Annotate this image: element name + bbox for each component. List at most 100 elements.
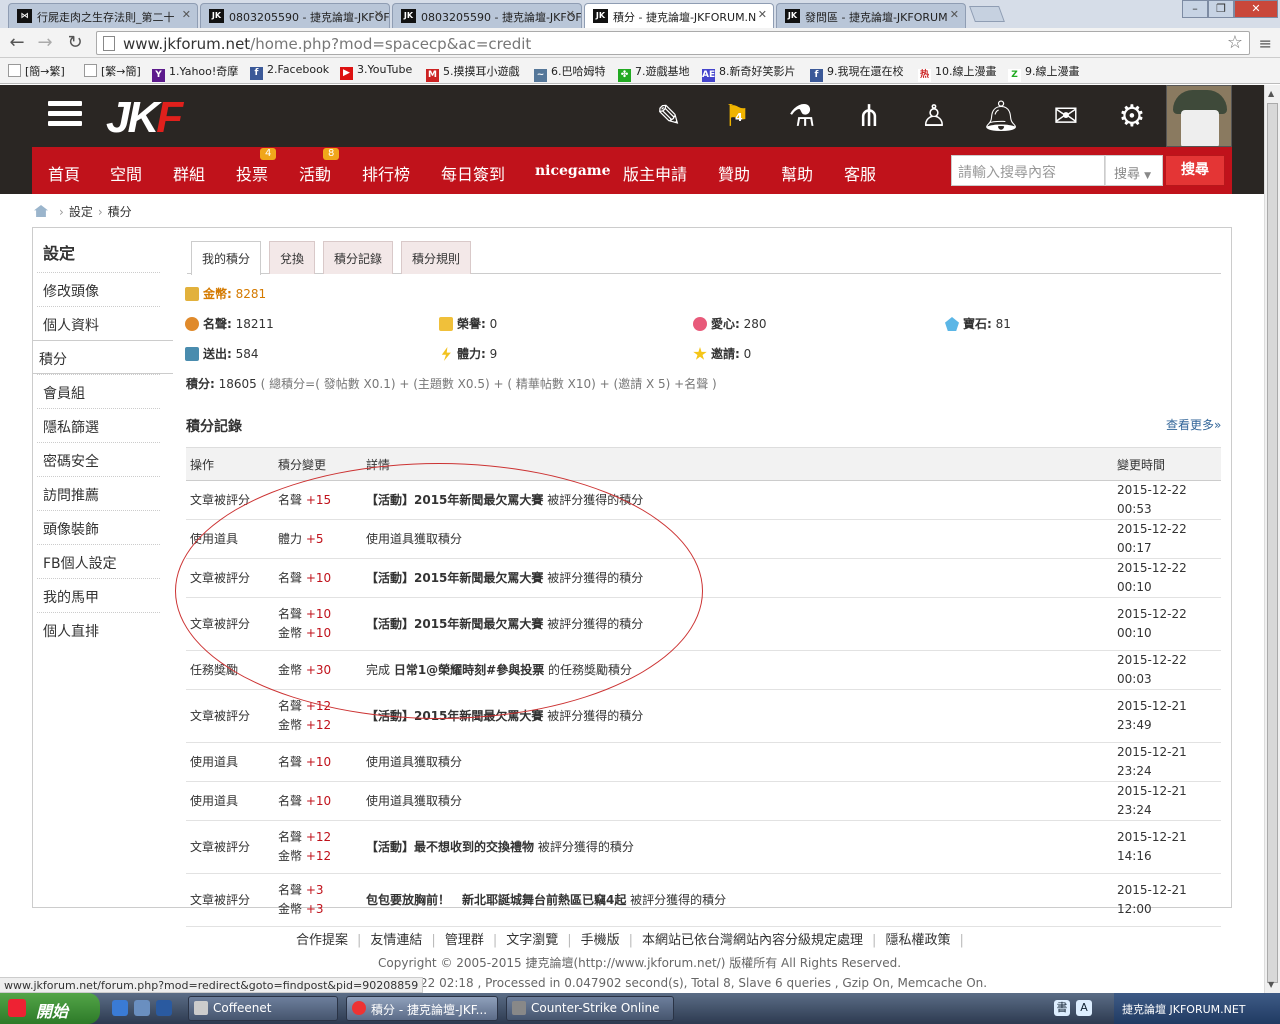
nav-nicegame[interactable]: nicegame — [535, 163, 611, 179]
scrollbar-thumb[interactable] — [1267, 103, 1278, 983]
sidebar-item-vertical-layout[interactable]: 個人直排 — [37, 612, 160, 646]
nav-events[interactable]: 活動 8 — [299, 148, 340, 185]
close-icon[interactable]: ✕ — [374, 8, 383, 21]
quicklaunch-icon[interactable] — [156, 1000, 172, 1016]
sidebar-item-credits[interactable]: 積分 — [33, 340, 173, 374]
bookmark-item[interactable]: Y 1.Yahoo!奇摩 — [152, 63, 238, 82]
new-tab-button[interactable] — [969, 6, 1005, 22]
footer-link[interactable]: 管理群 — [445, 933, 484, 948]
nav-ranking[interactable]: 排行榜 — [362, 161, 410, 185]
footer-link[interactable]: 手機版 — [581, 933, 620, 948]
search-input[interactable]: 請輸入搜尋內容 — [951, 155, 1105, 186]
ime-icon[interactable]: 書 — [1054, 1000, 1070, 1016]
view-more-link[interactable]: 查看更多» — [1166, 416, 1221, 433]
nav-support[interactable]: 客服 — [844, 161, 876, 185]
maximize-button[interactable]: ❐ — [1208, 0, 1234, 18]
home-icon[interactable] — [34, 205, 48, 217]
nav-home[interactable]: 首頁 — [48, 161, 80, 185]
close-icon[interactable]: ✕ — [758, 8, 767, 21]
sidebar-item-vest[interactable]: 我的馬甲 — [37, 578, 160, 612]
sidebar-item-fb-settings[interactable]: FB個人設定 — [37, 544, 160, 578]
detail-thread-link[interactable]: 【活動】2015年新聞最欠罵大賽 — [366, 493, 543, 507]
tab-credit-log[interactable]: 積分記錄 — [323, 241, 394, 274]
avatar[interactable] — [1166, 85, 1232, 147]
bookmark-item[interactable]: ▶ 3.YouTube — [340, 63, 412, 80]
detail-thread-link[interactable]: 日常1@榮耀時刻#參與投票 — [394, 663, 544, 677]
sidebar-item-profile[interactable]: 個人資料 — [37, 306, 160, 340]
browser-tab[interactable]: JK 0803205590 - 捷克論壇-JKFOF ✕ — [392, 3, 582, 28]
task-counter-strike[interactable]: Counter-Strike Online — [506, 996, 674, 1021]
bookmark-item[interactable]: f 2.Facebook — [250, 63, 329, 80]
reload-icon[interactable]: ↻ — [64, 32, 86, 53]
share-icon[interactable]: ⋔ — [851, 99, 887, 135]
footer-link[interactable]: 友情連結 — [370, 933, 422, 948]
tab-credit-rules[interactable]: 積分規則 — [401, 241, 472, 274]
nav-space[interactable]: 空間 — [110, 161, 142, 185]
back-arrow-icon[interactable]: ← — [6, 32, 28, 53]
site-logo[interactable]: JKF — [106, 93, 183, 143]
bookmark-item[interactable]: Z 9.線上漫畫 — [1008, 63, 1080, 82]
footer-link[interactable]: 本網站已依台灣網站內容分級規定處理 — [642, 933, 863, 948]
bookmark-item[interactable]: M 5.摸摸耳小遊戲 — [426, 63, 520, 82]
nav-moderator-apply[interactable]: 版主申請 — [623, 161, 687, 185]
scroll-down-icon[interactable]: ▼ — [1268, 980, 1274, 989]
browser-tab-active[interactable]: JK 積分 - 捷克論壇-JKFORUM.N ✕ — [584, 3, 774, 28]
edit-icon[interactable]: ✎ — [651, 99, 687, 135]
browser-tab[interactable]: ⋈ 行屍走肉之生存法則_第二十 ✕ — [8, 3, 198, 28]
bookmark-item[interactable]: AE 8.新奇好笑影片 — [702, 63, 796, 82]
ime-mode-icon[interactable]: A — [1076, 1000, 1092, 1016]
task-coffeenet[interactable]: Coffeenet — [188, 996, 338, 1021]
address-bar[interactable]: www.jkforum.net/home.php?mod=spacecp&ac=… — [96, 31, 1250, 55]
mail-icon[interactable]: ✉ — [1048, 99, 1084, 135]
bookmark-star-icon[interactable]: ☆ — [1227, 32, 1243, 53]
user-icon[interactable]: ♙ — [916, 99, 952, 135]
nav-help[interactable]: 幫助 — [781, 161, 813, 185]
sidebar-item-referral[interactable]: 訪問推薦 — [37, 476, 160, 510]
minimize-button[interactable]: – — [1182, 0, 1208, 18]
scroll-up-icon[interactable]: ▲ — [1268, 89, 1274, 98]
nav-vote[interactable]: 投票 4 — [236, 148, 277, 185]
bookmark-item[interactable]: [簡→繁] — [8, 63, 65, 79]
sidebar-item-password[interactable]: 密碼安全 — [37, 442, 160, 476]
search-type-select[interactable]: 搜尋 ▼ — [1105, 155, 1163, 186]
close-icon[interactable]: ✕ — [182, 8, 191, 21]
close-icon[interactable]: ✕ — [950, 8, 959, 21]
detail-thread-link[interactable]: 【活動】2015年新聞最欠罵大賽 — [366, 571, 543, 585]
bookmark-item[interactable]: ~6.巴哈姆特 — [534, 63, 606, 82]
detail-thread-link[interactable]: 【活動】2015年新聞最欠罵大賽 — [366, 617, 543, 631]
close-icon[interactable]: ✕ — [566, 8, 575, 21]
desktop-icon[interactable] — [134, 1000, 150, 1016]
task-chrome[interactable]: 積分 - 捷克論壇-JKF... — [346, 996, 498, 1021]
footer-link[interactable]: 合作提案 — [296, 933, 348, 948]
browser-tab[interactable]: JK 0803205590 - 捷克論壇-JKFOF ✕ — [200, 3, 390, 28]
hamburger-menu-icon[interactable] — [48, 101, 82, 129]
sidebar-item-avatar[interactable]: 修改頭像 — [37, 272, 160, 306]
bookmark-item[interactable]: [繁→簡] — [84, 63, 141, 79]
nav-checkin[interactable]: 每日簽到 — [441, 161, 505, 185]
breadcrumb-settings[interactable]: 設定 — [69, 205, 93, 219]
flask-icon[interactable]: ⚗ — [784, 99, 820, 135]
window-close-button[interactable]: ✕ — [1234, 0, 1278, 18]
search-button[interactable]: 搜尋 — [1165, 155, 1225, 186]
sidebar-item-privacy[interactable]: 隱私篩選 — [37, 408, 160, 442]
bookmark-item[interactable]: 热 10.線上漫畫 — [918, 63, 997, 82]
detail-thread-link[interactable]: 【活動】最不想收到的交換禮物 — [366, 840, 534, 854]
bell-icon[interactable]: 🔔︎ — [982, 99, 1020, 135]
start-button[interactable]: 開始 — [0, 993, 100, 1024]
bookmark-item[interactable]: f 9.我現在還在校 — [810, 63, 904, 82]
nav-groups[interactable]: 群組 — [173, 161, 205, 185]
nav-sponsor[interactable]: 贊助 — [718, 161, 750, 185]
sidebar-item-avatar-decoration[interactable]: 頭像裝飾 — [37, 510, 160, 544]
footer-link[interactable]: 文字瀏覽 — [506, 933, 558, 948]
detail-thread-link[interactable]: 包包要放胸前！ 新北耶誕城舞台前熱區已竊4起 — [366, 893, 626, 907]
tab-exchange[interactable]: 兌換 — [269, 241, 316, 274]
menu-icon[interactable]: ≡ — [1259, 34, 1272, 53]
vertical-scrollbar[interactable]: ▲ ▼ — [1264, 85, 1280, 993]
gear-icon[interactable]: ⚙ — [1114, 99, 1150, 135]
tab-my-credits[interactable]: 我的積分 — [191, 241, 262, 275]
forward-arrow-icon[interactable]: → — [34, 32, 56, 53]
bookmark-item[interactable]: ✤ 7.遊戲基地 — [618, 63, 690, 82]
ie-icon[interactable] — [112, 1000, 128, 1016]
sidebar-item-usergroup[interactable]: 會員組 — [37, 374, 160, 408]
browser-tab[interactable]: JK 發問區 - 捷克論壇-JKFORUM ✕ — [776, 3, 966, 28]
